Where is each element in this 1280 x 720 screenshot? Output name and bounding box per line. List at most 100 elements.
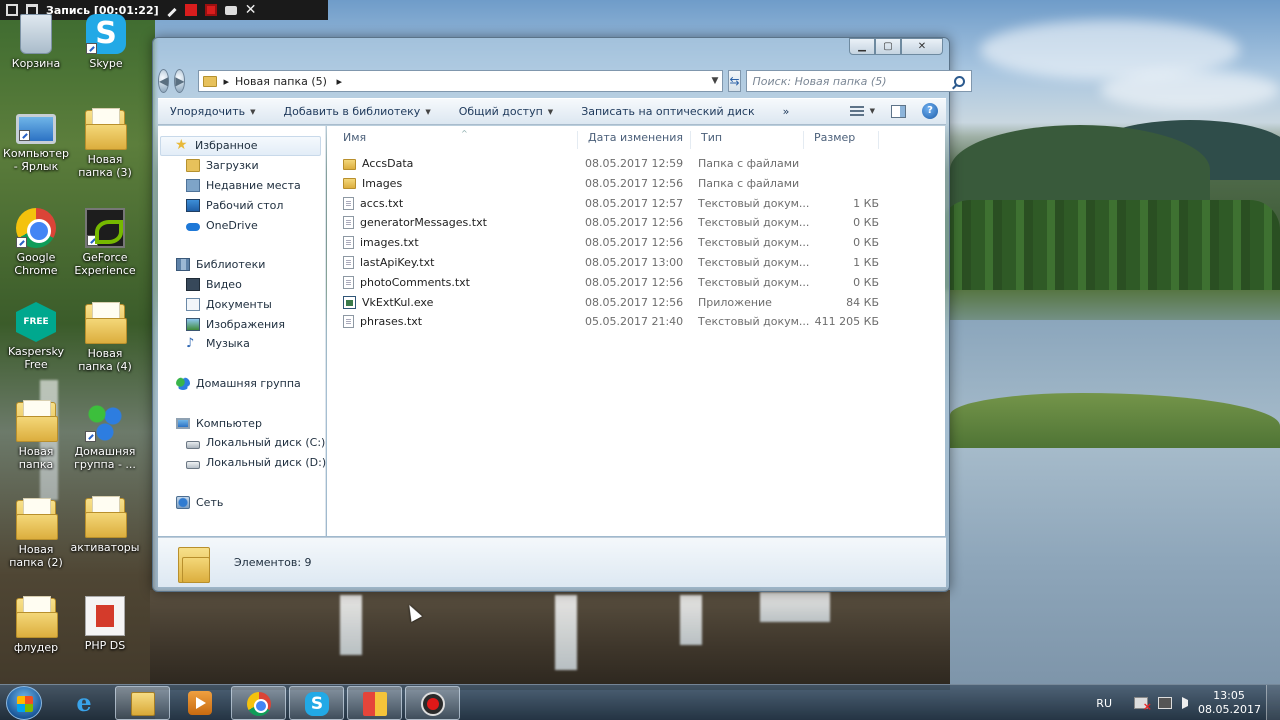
file-type: Текстовый докум...: [698, 275, 810, 289]
close-button[interactable]: ✕: [901, 38, 943, 55]
desktop-icon-flooder[interactable]: флудер: [0, 596, 72, 654]
stop-icon[interactable]: [204, 4, 217, 16]
nav-item-desktop[interactable]: Рабочий стол: [158, 195, 325, 215]
breadcrumb-separator-icon[interactable]: ▸: [336, 75, 342, 88]
chevron-down-icon: ▼: [547, 107, 554, 116]
nav-favorites[interactable]: ★ Избранное: [160, 136, 321, 156]
table-row[interactable]: AccsData 08.05.2017 12:59 Папка с файлам…: [327, 154, 945, 174]
pause-icon[interactable]: [184, 4, 197, 16]
column-header-name[interactable]: ^ Имя: [333, 129, 578, 149]
share-button[interactable]: Общий доступ ▼: [459, 105, 553, 118]
nav-item-music[interactable]: ♪ Музыка: [158, 334, 325, 354]
taskbar-app-ie[interactable]: e: [57, 686, 112, 720]
refresh-button[interactable]: ⇆: [728, 70, 741, 92]
chevron-down-icon[interactable]: ▼: [712, 76, 719, 86]
table-row[interactable]: photoComments.txt 08.05.2017 12:56 Текст…: [327, 273, 945, 293]
column-header-type[interactable]: Тип: [691, 131, 804, 149]
table-row[interactable]: Images 08.05.2017 12:56 Папка с файлами: [327, 174, 945, 194]
close-icon[interactable]: ✕: [245, 3, 257, 17]
nav-item-pictures[interactable]: Изображения: [158, 314, 325, 334]
table-row[interactable]: images.txt 08.05.2017 12:56 Текстовый до…: [327, 233, 945, 253]
start-button[interactable]: [6, 686, 42, 720]
table-row[interactable]: VkExtKul.exe 08.05.2017 12:56 Приложение…: [327, 293, 945, 313]
desktop-icon-chrome[interactable]: Google Chrome: [0, 208, 72, 277]
help-icon[interactable]: ?: [922, 103, 938, 119]
more-icon: »: [782, 105, 790, 118]
desktop-icon-skype[interactable]: S Skype: [70, 14, 142, 70]
minimize-button[interactable]: ▁: [849, 38, 875, 55]
computer-icon: [176, 417, 190, 429]
nav-item-disk-d[interactable]: Локальный диск (D:): [158, 453, 326, 473]
taskbar-app-skype[interactable]: S: [289, 686, 344, 720]
taskbar-app-media[interactable]: [173, 686, 228, 720]
chevron-down-icon: ▼: [250, 107, 256, 116]
table-row[interactable]: phrases.txt 05.05.2017 21:40 Текстовый д…: [327, 312, 945, 332]
desktop-icon-kaspersky[interactable]: FREE Kaspersky Free: [0, 302, 72, 371]
nav-computer[interactable]: Компьютер: [158, 413, 325, 433]
file-size: 1 КБ: [853, 196, 879, 210]
nav-network[interactable]: Сеть: [158, 492, 325, 512]
nav-item-onedrive[interactable]: OneDrive: [158, 215, 325, 235]
chevron-down-icon: ▼: [425, 107, 431, 116]
desktop-icon-folder-3[interactable]: Новая папка (3): [69, 108, 141, 179]
table-row[interactable]: lastApiKey.txt 08.05.2017 13:00 Текстовы…: [327, 253, 945, 273]
table-row[interactable]: accs.txt 08.05.2017 12:57 Текстовый доку…: [327, 194, 945, 214]
desktop-icon-geforce[interactable]: GeForce Experience: [69, 208, 141, 277]
volume-icon[interactable]: [1182, 697, 1188, 709]
hard-drive-icon: [186, 460, 200, 469]
address-bar[interactable]: ▸ Новая папка (5) ▸ ▼: [198, 70, 724, 92]
show-desktop-button[interactable]: [1266, 685, 1280, 720]
more-commands-button[interactable]: »: [783, 105, 790, 118]
view-options-icon[interactable]: [849, 106, 864, 116]
nav-item-disk-c[interactable]: Локальный диск (C:): [158, 433, 325, 453]
taskbar-app-windows[interactable]: [347, 686, 402, 720]
camera-icon[interactable]: [224, 5, 237, 15]
file-name: phrases.txt: [360, 315, 423, 329]
desktop-icon-recycle-bin[interactable]: Корзина: [0, 14, 72, 70]
navigation-bar: ◀ ▶ ▸ Новая папка (5) ▸ ▼ ⇆ Поиск: Новая…: [158, 66, 972, 96]
desktop-icon-computer[interactable]: Компьютер - Ярлык: [0, 108, 72, 173]
file-name: VkExtKul.exe: [362, 295, 434, 309]
pen-icon[interactable]: [167, 7, 177, 17]
clock[interactable]: 13:05 08.05.2017: [1198, 689, 1261, 717]
search-input[interactable]: Поиск: Новая папка (5): [745, 70, 972, 92]
desktop-icon-folder-2[interactable]: Новая папка (2): [0, 498, 72, 569]
taskbar-app-recorder[interactable]: [405, 686, 460, 720]
column-header-size[interactable]: Размер: [804, 131, 879, 149]
organize-button[interactable]: Упорядочить ▼: [170, 105, 256, 118]
taskbar-app-explorer[interactable]: [115, 686, 170, 720]
column-header-date[interactable]: Дата изменения: [578, 131, 691, 149]
desktop-icon-activators[interactable]: активаторы: [69, 496, 141, 554]
nav-homegroup[interactable]: Домашняя группа: [158, 374, 325, 394]
file-name: photoComments.txt: [360, 275, 470, 289]
nav-label: Локальный диск (C:): [206, 436, 326, 450]
taskbar-app-chrome[interactable]: [231, 686, 286, 720]
desktop-icon-folder-4[interactable]: Новая папка (4): [69, 302, 141, 373]
language-indicator[interactable]: RU: [1096, 697, 1112, 710]
search-icon[interactable]: [953, 75, 965, 87]
power-icon[interactable]: [1158, 697, 1172, 709]
preview-pane-icon[interactable]: [891, 104, 906, 118]
table-row[interactable]: generatorMessages.txt 08.05.2017 12:56 Т…: [327, 213, 945, 233]
burn-button[interactable]: Записать на оптический диск: [581, 105, 754, 118]
nav-item-video[interactable]: Видео: [158, 275, 325, 295]
maximize-button[interactable]: ▢: [875, 38, 901, 55]
text-file-icon: [343, 236, 354, 250]
desktop-icon-label: PHP DS: [84, 639, 126, 652]
back-button[interactable]: ◀: [158, 69, 170, 93]
nav-item-downloads[interactable]: Загрузки: [158, 156, 325, 176]
breadcrumb-separator-icon[interactable]: ▸: [223, 75, 229, 88]
nav-label: Документы: [206, 297, 272, 311]
desktop-icon-folder[interactable]: Новая папка: [0, 400, 72, 471]
breadcrumb-item[interactable]: Новая папка (5): [235, 75, 327, 88]
action-center-icon[interactable]: [1134, 697, 1152, 713]
nav-item-documents[interactable]: Документы: [158, 294, 325, 314]
homegroup-icon: [176, 376, 190, 390]
forward-button[interactable]: ▶: [174, 69, 186, 93]
desktop-icon-php-ds[interactable]: PHP DS: [69, 596, 141, 652]
nav-libraries[interactable]: Библиотеки: [158, 255, 325, 275]
desktop-icon-homegroup[interactable]: Домашняя группа - ...: [69, 402, 141, 471]
add-to-library-button[interactable]: Добавить в библиотеку ▼: [284, 105, 431, 118]
nav-item-recent[interactable]: Недавние места: [158, 176, 325, 196]
chevron-down-icon[interactable]: ▼: [870, 107, 875, 115]
